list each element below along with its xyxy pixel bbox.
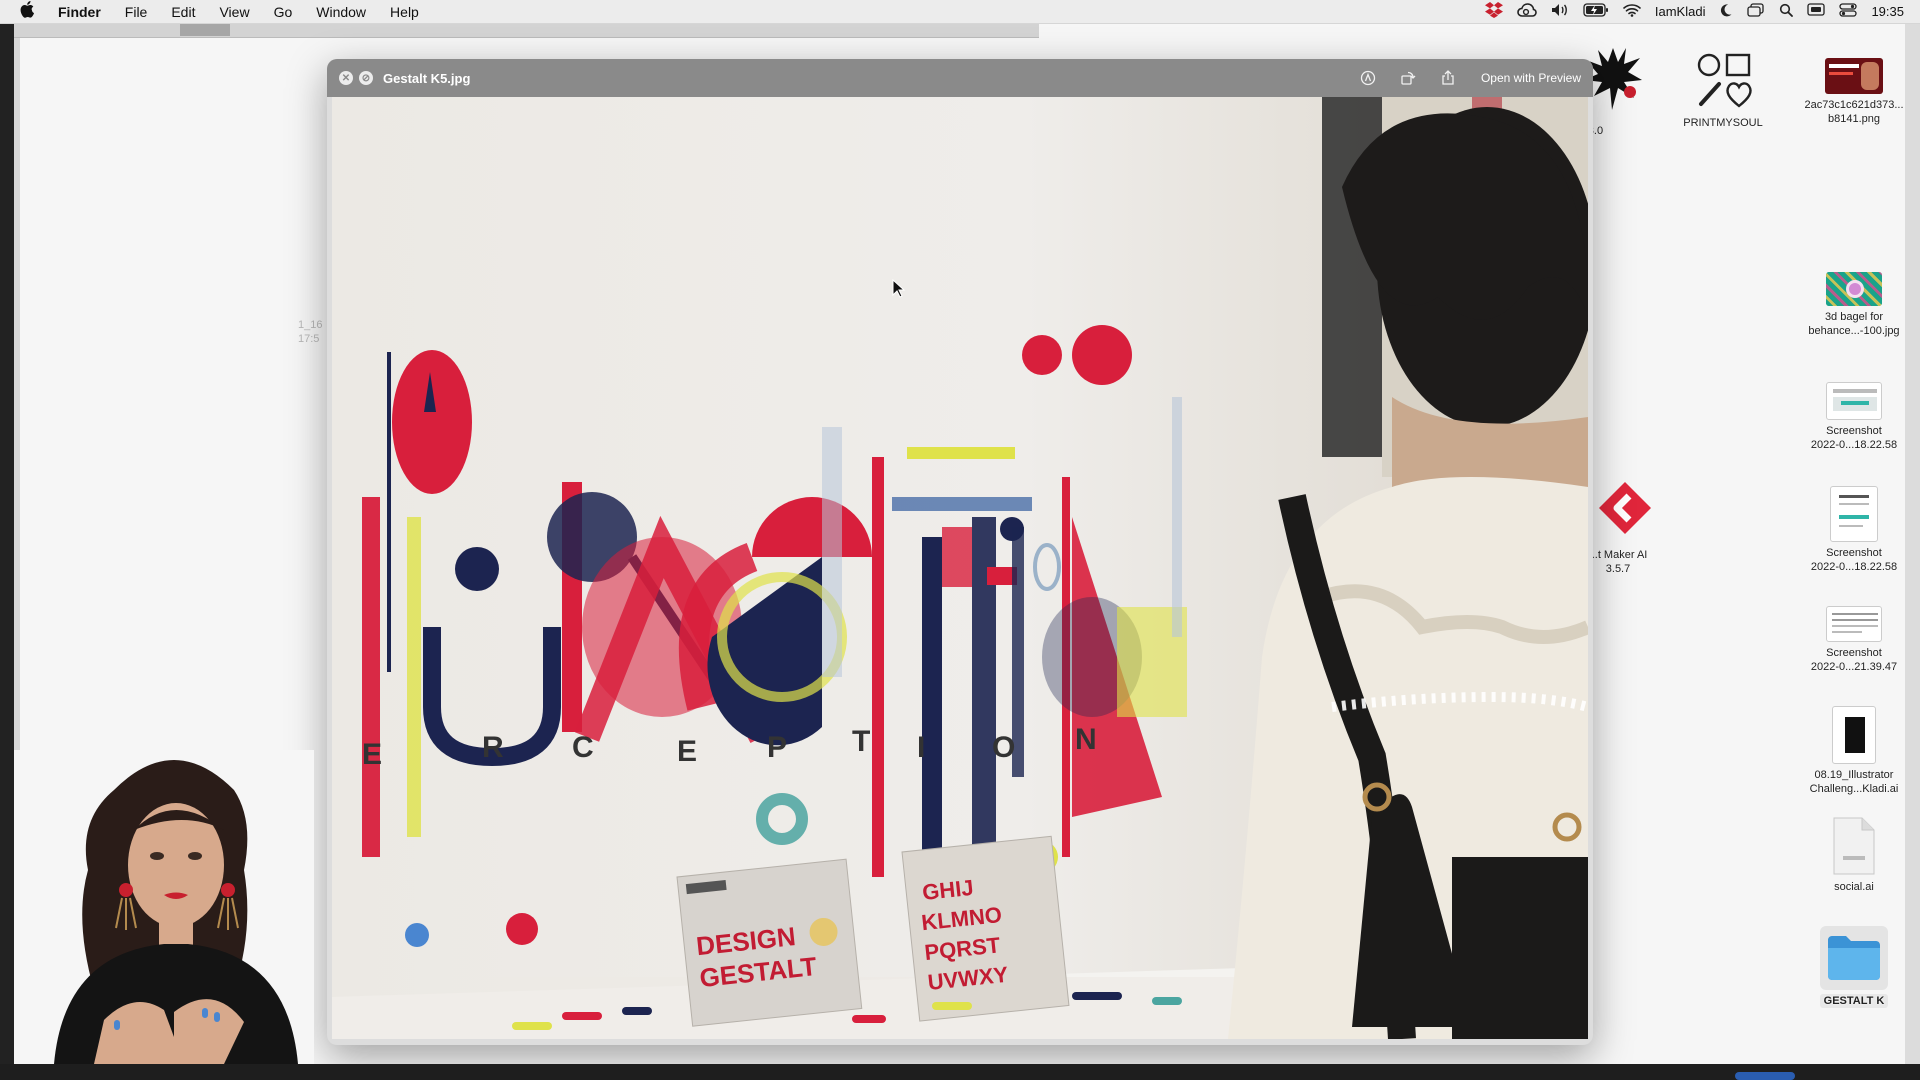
art-letter: P [767,731,787,764]
wifi-icon[interactable] [1623,3,1641,20]
art-letter: O [992,731,1015,764]
desktop-item-label: 2ac73c1c621d373... b8141.png [1804,99,1904,125]
desktop-item-gestalt-folder[interactable]: GESTALT K [1799,926,1909,1009]
fullscreen-icon[interactable]: ⊘ [359,71,373,85]
webcam-overlay [14,750,314,1064]
desktop-item-screenshot-3[interactable]: Screenshot 2022-0...21.39.47 [1799,606,1909,674]
maker-app-icon [1595,478,1655,544]
presenter-image [14,750,314,1064]
menu-edit[interactable]: Edit [159,0,207,24]
desktop-item-screenshot-1[interactable]: Screenshot 2022-0...18.22.58 [1799,382,1909,452]
clock[interactable]: 19:35 [1871,4,1904,19]
menu-view[interactable]: View [207,0,261,24]
screenshot1-icon [1826,382,1882,420]
desktop-item-label: 08.19_Illustrator Challeng...Kladi.ai [1809,769,1899,795]
desktop-item-illustrator[interactable]: 08.19_Illustrator Challeng...Kladi.ai [1799,706,1909,796]
quicklook-title: Gestalt K5.jpg [383,70,471,86]
menu-go[interactable]: Go [262,0,305,24]
bottom-pill [1735,1072,1795,1080]
focus-moon-icon[interactable] [1719,3,1733,20]
user-name[interactable]: IamKladi [1655,4,1706,19]
desktop-item-png[interactable]: 2ac73c1c621d373... b8141.png [1799,58,1909,126]
menu-help[interactable]: Help [378,0,431,24]
desktop-item-social-ai[interactable]: social.ai [1799,816,1909,894]
share-icon[interactable] [1439,69,1457,87]
menu-window[interactable]: Window [304,0,378,24]
screenshot2-icon [1830,486,1878,542]
desktop-item-label: Screenshot 2022-0...18.22.58 [1810,425,1898,451]
art-letter: E [677,735,697,768]
close-icon[interactable]: ✕ [339,71,353,85]
art-letter: C [572,731,594,764]
apple-menu-icon[interactable] [0,0,56,23]
faint-desktop-label: 1_16 17:5 [298,319,323,345]
quicklook-window: ✕ ⊘ Gestalt K5.jpg Open with Preview E R… [327,59,1593,1045]
desktop-item-label: 3d bagel for behance...-100.jpg [1808,311,1900,337]
printmysoul-icon [1695,50,1759,112]
stage-manager-icon[interactable] [1747,3,1765,20]
quicklook-titlebar: ✕ ⊘ Gestalt K5.jpg Open with Preview [327,59,1593,97]
art-letter: E [362,738,382,771]
illustrator-file-icon [1832,706,1876,764]
art-letter: R [482,731,504,764]
bottom-dock-strip [0,1064,1920,1080]
art-letter: I [917,731,925,764]
desktop-item-screenshot-2[interactable]: Screenshot 2022-0...18.22.58 [1799,486,1909,574]
desktop-item-label: social.ai [1834,881,1874,893]
desktop-item-label: Screenshot 2022-0...21.39.47 [1810,647,1898,673]
screen-mirroring-icon[interactable] [1807,3,1826,20]
background-window-strip [14,24,1039,38]
control-center-icon[interactable] [1839,3,1858,20]
search-icon[interactable] [1779,3,1794,20]
mouse-cursor-icon [892,279,906,298]
open-with-preview-button[interactable]: Open with Preview [1479,71,1583,85]
desktop-item-label: GESTALT K [1819,994,1889,1008]
gestalt-photo: E R C E P T I O N DESIGN GESTALT GHIJ KL… [332,97,1588,1039]
rotate-icon[interactable] [1399,69,1417,87]
screenshot3-icon [1826,606,1882,642]
board-text: GHIJ [921,875,975,905]
png-file-icon [1825,58,1883,94]
menu-bar: Finder File Edit View Go Window Help Iam… [0,0,1920,24]
dropbox-icon[interactable] [1484,2,1503,21]
menu-file[interactable]: File [113,0,160,24]
desktop-item-label: Screenshot 2022-0...18.22.58 [1810,547,1898,573]
menu-finder[interactable]: Finder [56,0,113,24]
social-ai-icon [1831,816,1877,876]
desktop-item-printmysoul[interactable]: PRINTMYSOUL [1672,50,1782,130]
background-window-strip-dark [180,24,230,36]
markup-icon[interactable] [1359,69,1377,87]
battery-icon[interactable] [1583,3,1609,20]
preview-image: E R C E P T I O N DESIGN GESTALT GHIJ KL… [332,97,1588,1039]
gestalt-folder-icon [1820,926,1888,990]
left-window-edge [0,24,14,1080]
creative-cloud-icon[interactable] [1517,3,1537,20]
3d-bagel-icon [1826,272,1882,306]
desktop-item-3d-bagel[interactable]: 3d bagel for behance...-100.jpg [1799,272,1909,338]
art-letter: N [1075,723,1097,756]
volume-icon[interactable] [1551,3,1569,20]
desktop-item-label: PRINTMYSOUL [1683,117,1763,129]
art-letter: T [852,725,870,758]
